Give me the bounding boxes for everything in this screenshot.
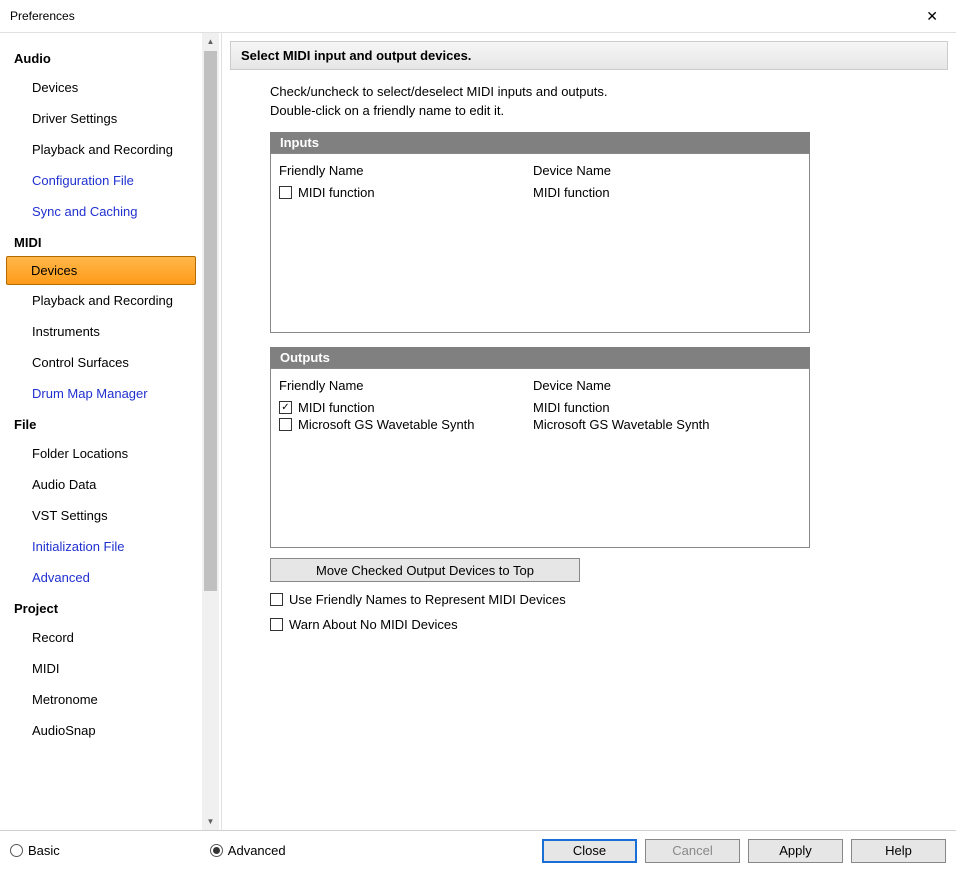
opt-warn-nomidi[interactable]: Warn About No MIDI Devices	[270, 617, 908, 632]
inputs-col-friendly: Friendly Name	[279, 163, 533, 178]
sidebar-item[interactable]: Initialization File	[0, 531, 202, 562]
sidebar-item[interactable]: AudioSnap	[0, 715, 202, 746]
titlebar: Preferences ✕	[0, 0, 956, 32]
dialog-body: AudioDevicesDriver SettingsPlayback and …	[0, 32, 956, 830]
content-header: Select MIDI input and output devices.	[230, 41, 948, 70]
scroll-thumb[interactable]	[204, 51, 217, 591]
sidebar-item[interactable]: Driver Settings	[0, 103, 202, 134]
outputs-list-header: Friendly Name Device Name	[279, 375, 801, 399]
outputs-list: Friendly Name Device Name MIDI functionM…	[270, 368, 810, 548]
opt-friendly-checkbox[interactable]	[270, 593, 283, 606]
sidebar-item[interactable]: Metronome	[0, 684, 202, 715]
table-row[interactable]: MIDI function MIDI function	[279, 399, 801, 416]
footer-buttons: Close Cancel Apply Help	[542, 839, 946, 863]
scroll-up-icon[interactable]: ▲	[202, 33, 219, 50]
friendly-name[interactable]: MIDI function	[298, 400, 375, 415]
sidebar-item[interactable]: Devices	[6, 256, 196, 285]
sidebar: AudioDevicesDriver SettingsPlayback and …	[0, 33, 202, 830]
sidebar-scrollbar[interactable]: ▲ ▼	[202, 33, 219, 830]
sidebar-item[interactable]: Configuration File	[0, 165, 202, 196]
outputs-col-device: Device Name	[533, 378, 801, 393]
friendly-name[interactable]: MIDI function	[298, 185, 375, 200]
apply-button[interactable]: Apply	[748, 839, 843, 863]
device-checkbox[interactable]	[279, 401, 292, 414]
radio-basic-label: Basic	[28, 843, 60, 858]
device-name: Microsoft GS Wavetable Synth	[533, 417, 801, 432]
opt-warn-label: Warn About No MIDI Devices	[289, 617, 458, 632]
sidebar-category: Project	[0, 593, 202, 622]
sidebar-item[interactable]: Sync and Caching	[0, 196, 202, 227]
content-desc1: Check/uncheck to select/deselect MIDI in…	[270, 84, 908, 99]
outputs-header: Outputs	[270, 347, 810, 368]
sidebar-item[interactable]: Record	[0, 622, 202, 653]
inputs-list-header: Friendly Name Device Name	[279, 160, 801, 184]
device-name: MIDI function	[533, 185, 801, 200]
radio-basic[interactable]: Basic	[10, 843, 60, 858]
close-icon[interactable]: ✕	[918, 4, 946, 29]
table-row[interactable]: MIDI function MIDI function	[279, 184, 801, 201]
sidebar-wrap: AudioDevicesDriver SettingsPlayback and …	[0, 33, 222, 830]
cancel-button[interactable]: Cancel	[645, 839, 740, 863]
radio-advanced[interactable]: Advanced	[210, 843, 286, 858]
sidebar-item[interactable]: Control Surfaces	[0, 347, 202, 378]
sidebar-category: File	[0, 409, 202, 438]
opt-friendly-label: Use Friendly Names to Represent MIDI Dev…	[289, 592, 566, 607]
sidebar-item[interactable]: Playback and Recording	[0, 285, 202, 316]
scroll-down-icon[interactable]: ▼	[202, 813, 219, 830]
content-inner: Check/uncheck to select/deselect MIDI in…	[222, 70, 956, 830]
sidebar-item[interactable]: Playback and Recording	[0, 134, 202, 165]
window-title: Preferences	[10, 9, 75, 23]
move-to-top-button[interactable]: Move Checked Output Devices to Top	[270, 558, 580, 582]
friendly-name[interactable]: Microsoft GS Wavetable Synth	[298, 417, 475, 432]
inputs-header: Inputs	[270, 132, 810, 153]
help-button[interactable]: Help	[851, 839, 946, 863]
content-desc2: Double-click on a friendly name to edit …	[270, 103, 908, 118]
content: Select MIDI input and output devices. Ch…	[222, 33, 956, 830]
sidebar-item[interactable]: VST Settings	[0, 500, 202, 531]
inputs-list: Friendly Name Device Name MIDI functionM…	[270, 153, 810, 333]
table-row[interactable]: Microsoft GS Wavetable Synth Microsoft GS…	[279, 416, 801, 433]
opt-warn-checkbox[interactable]	[270, 618, 283, 631]
device-checkbox[interactable]	[279, 186, 292, 199]
footer: Basic Advanced Close Cancel Apply Help	[0, 830, 956, 870]
sidebar-item[interactable]: Folder Locations	[0, 438, 202, 469]
sidebar-category: MIDI	[0, 227, 202, 256]
outputs-col-friendly: Friendly Name	[279, 378, 533, 393]
sidebar-item[interactable]: Advanced	[0, 562, 202, 593]
opt-friendly-names[interactable]: Use Friendly Names to Represent MIDI Dev…	[270, 592, 908, 607]
radio-advanced-label: Advanced	[228, 843, 286, 858]
sidebar-item[interactable]: Audio Data	[0, 469, 202, 500]
sidebar-item[interactable]: Drum Map Manager	[0, 378, 202, 409]
device-checkbox[interactable]	[279, 418, 292, 431]
sidebar-item[interactable]: Devices	[0, 72, 202, 103]
inputs-col-device: Device Name	[533, 163, 801, 178]
sidebar-item[interactable]: MIDI	[0, 653, 202, 684]
device-name: MIDI function	[533, 400, 801, 415]
sidebar-category: Audio	[0, 43, 202, 72]
close-button[interactable]: Close	[542, 839, 637, 863]
sidebar-item[interactable]: Instruments	[0, 316, 202, 347]
